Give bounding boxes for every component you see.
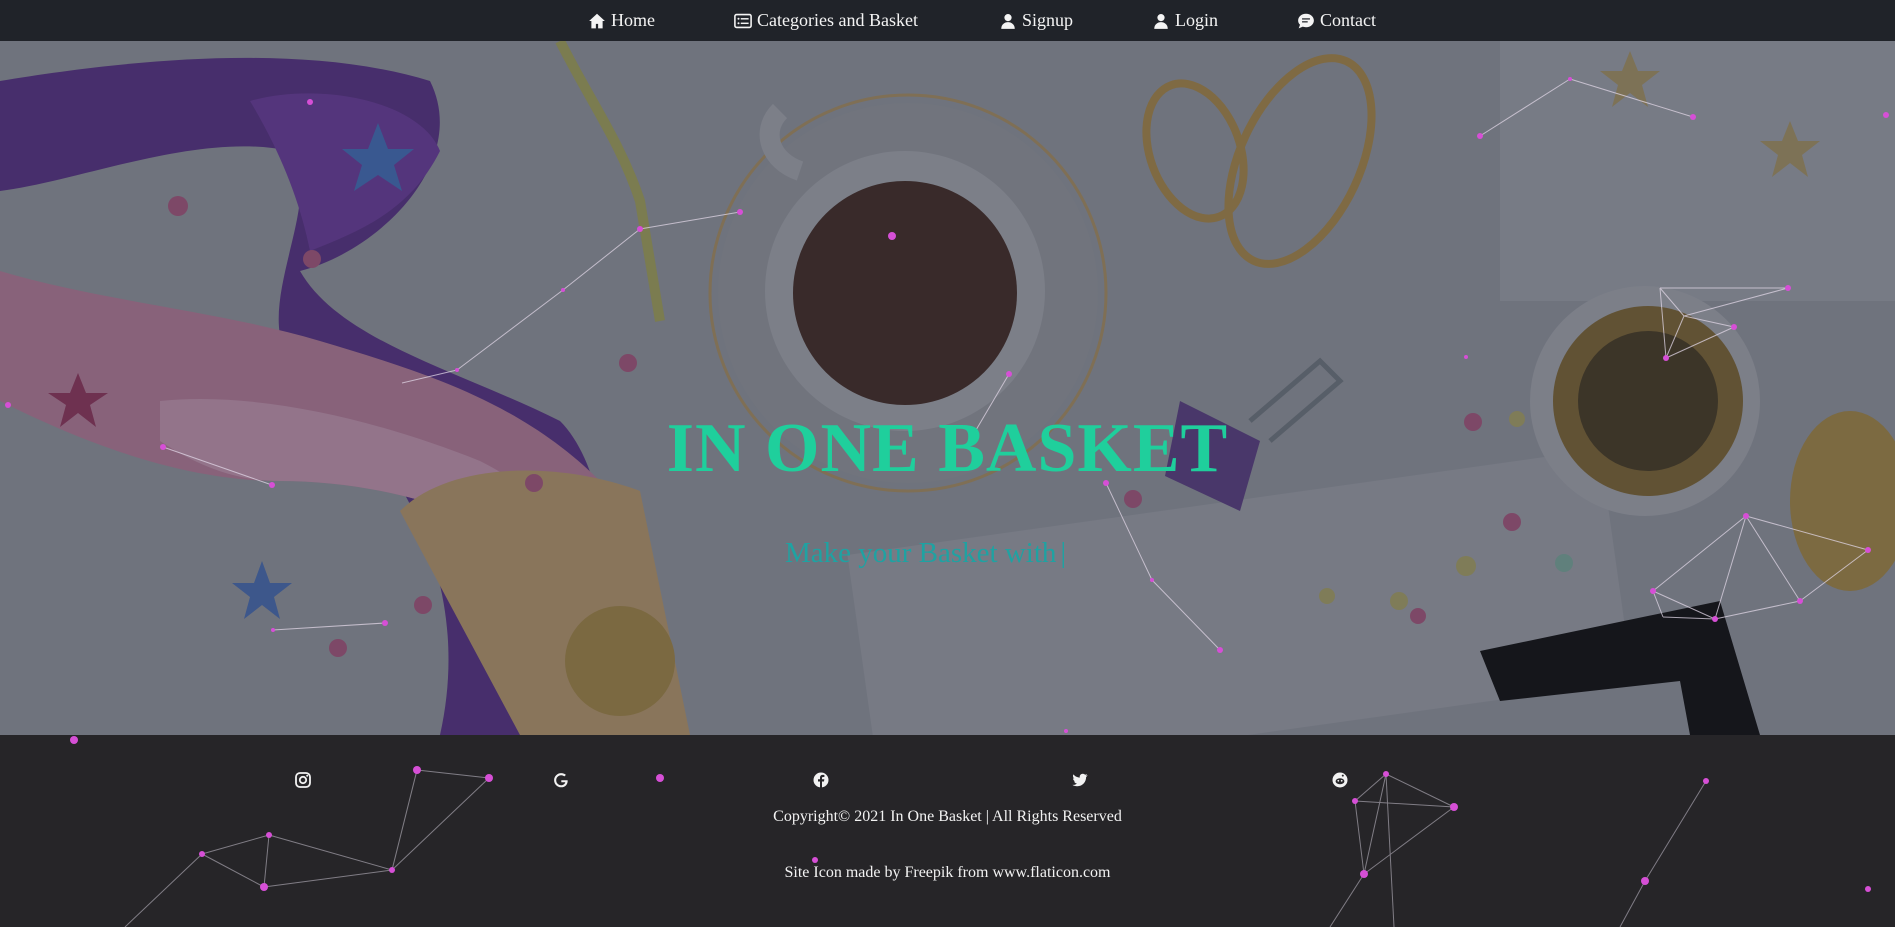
twitter-icon[interactable] [1070, 770, 1090, 790]
chat-icon [1297, 12, 1315, 30]
hero-banner: IN ONE BASKET Make your Basket with | [0, 41, 1895, 735]
copyright-text: Copyright© 2021 In One Basket | All Righ… [773, 808, 1122, 825]
hero-typing-subtitle: Make your Basket with | [785, 537, 1066, 570]
hero-title: IN ONE BASKET [666, 410, 1229, 487]
footer-particle-network [70, 736, 1871, 927]
top-navbar: Home Categories and Basket Signup Login … [0, 0, 1895, 41]
icon-credit-text: Site Icon made by Freepik from www.flati… [784, 864, 1111, 881]
nav-signup-link[interactable]: Signup [999, 0, 1073, 41]
nav-home-link[interactable]: Home [588, 0, 655, 41]
nav-contact-label: Contact [1320, 10, 1376, 30]
hero-subtitle-text: Make your Basket with [785, 537, 1057, 569]
nav-login-label: Login [1175, 10, 1218, 30]
list-card-icon [734, 12, 752, 30]
nav-login-link[interactable]: Login [1152, 0, 1218, 41]
page-footer: Copyright© 2021 In One Basket | All Righ… [0, 735, 1895, 927]
nav-categories-label: Categories and Basket [757, 10, 918, 30]
person-icon [999, 12, 1017, 30]
nav-categories-link[interactable]: Categories and Basket [734, 0, 918, 41]
google-icon[interactable] [551, 770, 571, 790]
facebook-icon[interactable] [811, 770, 831, 790]
nav-home-label: Home [611, 10, 655, 30]
hero-background-image [0, 41, 1895, 735]
person-icon [1152, 12, 1170, 30]
nav-contact-link[interactable]: Contact [1297, 0, 1376, 41]
home-icon [588, 12, 606, 30]
nav-signup-label: Signup [1022, 10, 1074, 30]
typing-caret: | [1060, 537, 1067, 569]
reddit-icon[interactable] [1330, 770, 1350, 790]
instagram-icon[interactable] [293, 770, 313, 790]
